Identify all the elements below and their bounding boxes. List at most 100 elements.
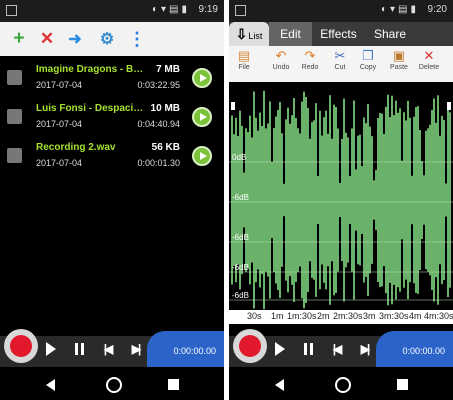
checkbox[interactable]: [7, 70, 22, 85]
time-tick: 3m: [363, 311, 376, 321]
time-tick: 1m: [271, 311, 284, 321]
waveform-column: [265, 128, 267, 272]
notification-icon: [235, 5, 246, 16]
waveform-column: [309, 138, 311, 262]
waveform-column: [339, 182, 341, 218]
paste-button[interactable]: ▣ Paste: [385, 48, 413, 71]
record-button[interactable]: [4, 329, 38, 363]
waveform-column: [313, 120, 315, 280]
record-size: 10 MB: [150, 103, 180, 114]
waveform-column: [359, 134, 361, 266]
waveform-column: [275, 116, 277, 284]
waveform-column: [429, 124, 431, 276]
back-icon[interactable]: [46, 379, 55, 391]
record-date: 2017-07-04: [36, 158, 83, 168]
db-label: -6dB: [232, 291, 249, 300]
phone-list-screen: ◐▾▤▮ 9:19 + ✕ ➜ ⚙ ⋮ Imagine Dragons - Be…: [0, 0, 224, 400]
waveform-column: [287, 107, 289, 293]
more-icon[interactable]: ⋮: [124, 26, 150, 52]
time-tick: 1m:30s: [287, 311, 317, 321]
back-icon[interactable]: [275, 379, 284, 391]
pause-button[interactable]: [297, 338, 319, 360]
tab-edit[interactable]: Edit: [269, 22, 312, 46]
tab-list-label: List: [248, 31, 263, 41]
list-icon: ⇩: [235, 25, 248, 42]
delete-icon[interactable]: ✕: [34, 26, 60, 52]
clock: 9:19: [198, 4, 218, 15]
play-button[interactable]: [40, 338, 62, 360]
waveform-column: [329, 95, 331, 305]
skip-forward-button[interactable]: ▶|: [353, 338, 375, 360]
delete-button[interactable]: ✕ Delete: [415, 48, 443, 71]
notification-icon: [6, 5, 17, 16]
list-item[interactable]: Imagine Dragons - Believe… 2017-07-04 7 …: [0, 60, 224, 99]
waveform-column: [321, 135, 323, 265]
waveform-column: [431, 110, 433, 290]
record-button[interactable]: [233, 329, 267, 363]
file-label: File: [238, 64, 250, 71]
play-icon[interactable]: [192, 107, 212, 127]
waveform-column: [273, 128, 275, 272]
tab-effects[interactable]: Effects: [312, 22, 365, 46]
add-icon[interactable]: +: [6, 26, 32, 52]
play-icon[interactable]: [192, 146, 212, 166]
list-item[interactable]: Luis Fonsi - Despacito ft. … 2017-07-04 …: [0, 99, 224, 138]
settings-icon[interactable]: ⚙: [94, 26, 120, 52]
time-tick: 4m:30s: [424, 311, 453, 321]
cut-button[interactable]: ✂ Cut: [326, 48, 354, 71]
android-nav-bar: [0, 369, 224, 400]
status-icons: ◐▾▤▮: [151, 4, 190, 15]
waveform-column: [407, 100, 409, 300]
play-button[interactable]: [269, 338, 291, 360]
skip-back-button[interactable]: |◀: [96, 338, 118, 360]
waveform-column: [251, 137, 253, 263]
player-bar: 0:00:00.00 |◀ ▶|: [229, 329, 453, 367]
undo-label: Undo: [272, 64, 290, 71]
waveform-column: [347, 137, 349, 263]
file-button[interactable]: ▤ File: [230, 48, 258, 71]
waveform-view[interactable]: 0dB -6dB -6dB -6dB -6dB: [229, 90, 453, 310]
editor-tabs: ⇩ List Edit Effects Share: [229, 22, 453, 46]
home-icon[interactable]: [106, 377, 122, 393]
selection-end-handle[interactable]: [447, 102, 451, 110]
time-tick: 2m:30s: [333, 311, 363, 321]
checkbox[interactable]: [7, 148, 22, 163]
pause-button[interactable]: [68, 338, 90, 360]
tab-list[interactable]: ⇩ List: [229, 22, 269, 46]
phone-edit-screen: ◐▾▤▮ 9:20 ⇩ List Edit Effects Share ▤ Fi…: [229, 0, 453, 400]
waveform-column: [439, 135, 441, 265]
time-display: 0:00:00.00: [376, 331, 453, 367]
cut-icon: ✂: [334, 48, 346, 63]
waveform-column: [331, 138, 333, 262]
skip-back-button[interactable]: |◀: [325, 338, 347, 360]
selection-start-handle[interactable]: [231, 102, 235, 110]
waveform-column: [253, 91, 255, 309]
waveform-column: [421, 161, 423, 239]
records-list: Imagine Dragons - Believe… 2017-07-04 7 …: [0, 60, 224, 177]
home-icon[interactable]: [335, 377, 351, 393]
recents-icon[interactable]: [397, 379, 408, 390]
checkbox[interactable]: [7, 109, 22, 124]
undo-icon: ↶: [275, 48, 287, 63]
move-icon[interactable]: ➜: [62, 26, 88, 52]
waveform-column: [307, 107, 309, 293]
waveform-column: [391, 95, 393, 305]
play-icon[interactable]: [192, 68, 212, 88]
tab-share[interactable]: Share: [365, 22, 415, 46]
waveform-column: [409, 117, 411, 283]
waveform-column: [427, 128, 429, 272]
copy-button[interactable]: ❐ Copy: [354, 48, 382, 71]
list-item[interactable]: Recording 2.wav 2017-07-04 56 KB 0:00:01…: [0, 138, 224, 177]
status-bar: ◐▾▤▮ 9:19: [0, 0, 224, 22]
undo-button[interactable]: ↶ Undo: [267, 48, 295, 71]
recents-icon[interactable]: [168, 379, 179, 390]
skip-forward-button[interactable]: ▶|: [124, 338, 146, 360]
waveform-column: [381, 113, 383, 287]
waveform-column: [371, 136, 373, 264]
waveform-column: [353, 100, 355, 300]
record-size: 7 MB: [156, 64, 180, 75]
redo-button[interactable]: ↷ Redo: [296, 48, 324, 71]
android-nav-bar: [229, 369, 453, 400]
record-name: Luis Fonsi - Despacito ft. …: [36, 103, 146, 114]
status-bar: ◐▾▤▮ 9:20: [229, 0, 453, 22]
